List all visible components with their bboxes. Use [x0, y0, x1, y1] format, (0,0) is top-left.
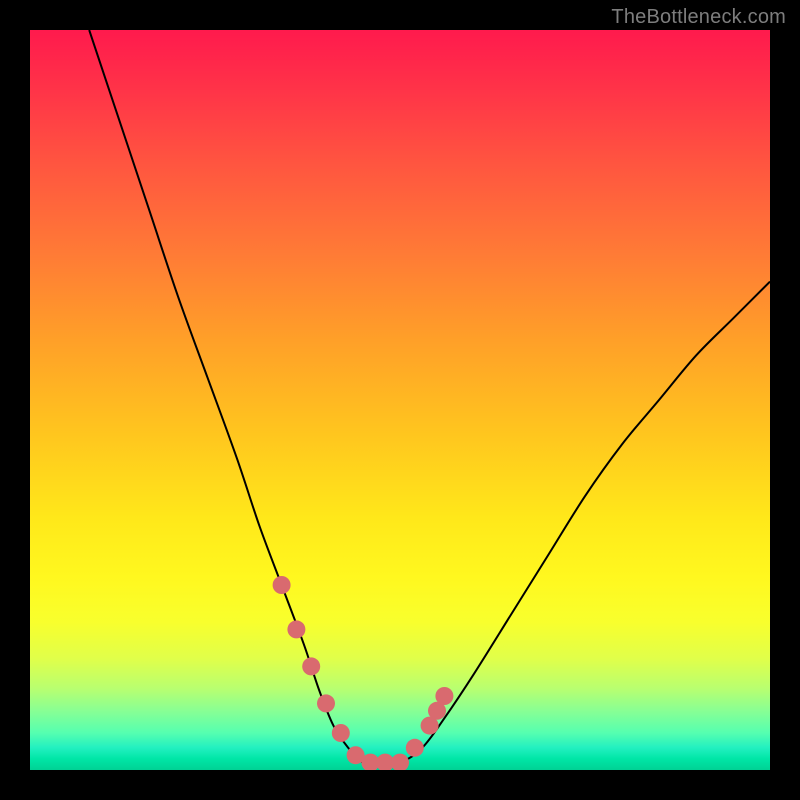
highlight-dot	[332, 724, 350, 742]
bottleneck-curve	[89, 30, 770, 764]
highlight-dot	[302, 657, 320, 675]
plot-area	[30, 30, 770, 770]
highlight-dot	[273, 576, 291, 594]
highlight-dot	[287, 620, 305, 638]
curve-layer	[89, 30, 770, 764]
highlight-dot	[391, 754, 409, 770]
marker-layer	[273, 576, 454, 770]
curve-svg	[30, 30, 770, 770]
highlight-dot	[435, 687, 453, 705]
highlight-dot	[317, 694, 335, 712]
chart-frame: TheBottleneck.com	[0, 0, 800, 800]
highlight-dot	[406, 739, 424, 757]
watermark-text: TheBottleneck.com	[611, 6, 786, 29]
